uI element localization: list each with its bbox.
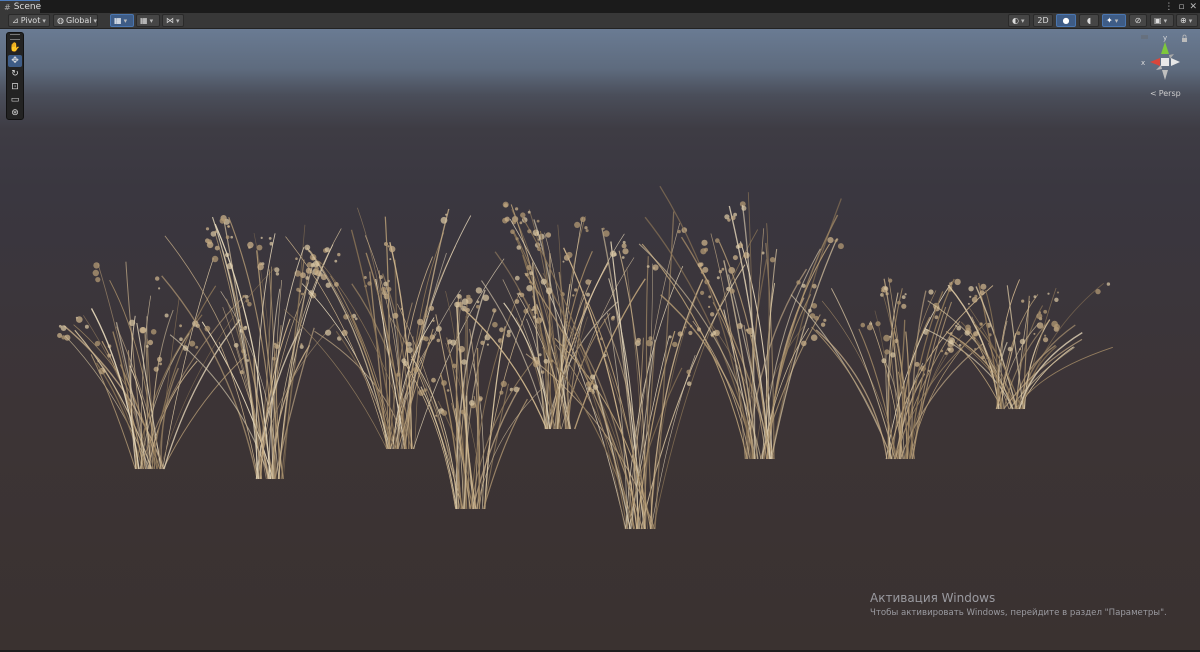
hand-tool-icon[interactable]: ✋: [8, 42, 22, 54]
tab-scene-label: Scene: [13, 2, 42, 12]
move-tool-icon[interactable]: ✥: [8, 55, 22, 67]
chevron-down-icon: ▾: [1163, 16, 1168, 25]
grid-icon: ▦: [140, 16, 148, 25]
shading-icon: ◐: [1012, 16, 1019, 25]
scene-toolbar: ⊿ Pivot ▾ ◍ Global ▾ ▦ ▾ ▦ ▾ ⋈ ▾ ◐ ▾ 2D …: [0, 13, 1200, 29]
grass-clump[interactable]: [638, 185, 844, 460]
chevron-down-icon: ▾: [1114, 16, 1119, 25]
pivot-label: Pivot: [20, 16, 41, 25]
watermark-subtitle: Чтобы активировать Windows, перейдите в …: [870, 608, 1167, 618]
globe-icon: ◍: [57, 16, 64, 25]
chevron-down-icon: ▾: [149, 16, 154, 25]
maximize-icon[interactable]: ▫: [1178, 2, 1184, 12]
chevron-down-icon: ▾: [1020, 16, 1025, 25]
lock-icon[interactable]: [1182, 34, 1187, 42]
rect-tool-icon[interactable]: ▭: [8, 94, 22, 106]
chevron-down-icon: ▾: [93, 16, 98, 25]
grid-visibility-dropdown[interactable]: ▦ ▾: [136, 14, 160, 27]
projection-label: Persp: [1158, 89, 1181, 98]
chevron-down-icon: ▾: [1188, 16, 1193, 25]
chevron-down-icon: ▾: [123, 16, 128, 25]
grass-clump[interactable]: [924, 279, 1113, 410]
eye-slash-icon: ⊘: [1134, 16, 1142, 25]
draw-mode-dropdown[interactable]: ◐ ▾: [1008, 14, 1030, 27]
gizmos-icon: ⊕: [1180, 16, 1187, 25]
scale-tool-icon[interactable]: ⊡: [8, 81, 22, 93]
global-dropdown[interactable]: ◍ Global ▾: [53, 14, 98, 27]
close-icon[interactable]: ✕: [1189, 2, 1197, 12]
hidden-objects-toggle[interactable]: ⊘: [1129, 14, 1147, 27]
snap-icon: ⋈: [166, 16, 174, 25]
grass-meshes[interactable]: [0, 29, 1200, 650]
2d-label: 2D: [1037, 16, 1049, 25]
camera-icon: ▣: [1154, 16, 1162, 25]
drag-handle-icon[interactable]: [10, 34, 20, 40]
transform-tool-icon[interactable]: ⊛: [8, 107, 22, 119]
y-axis-label: y: [1163, 34, 1167, 42]
audio-toggle[interactable]: ◖: [1079, 14, 1099, 27]
increment-snap-dropdown[interactable]: ⋈ ▾: [162, 14, 184, 27]
audio-icon: ◖: [1086, 16, 1092, 25]
axis-cones[interactable]: [1150, 42, 1180, 80]
lighting-toggle[interactable]: ●: [1056, 14, 1076, 27]
global-label: Global: [65, 16, 92, 25]
gizmos-dropdown[interactable]: ⊕ ▾: [1176, 14, 1198, 27]
projection-toggle[interactable]: < Persp: [1150, 89, 1181, 98]
tool-palette: ✋ ✥ ↻ ⊡ ▭ ⊛: [6, 32, 24, 120]
grass-clump[interactable]: [284, 207, 505, 450]
watermark-title: Активация Windows: [870, 591, 996, 605]
camera-dropdown[interactable]: ▣ ▾: [1150, 14, 1174, 27]
effects-icon: ✦: [1106, 16, 1113, 25]
effects-dropdown[interactable]: ✦ ▾: [1102, 14, 1126, 27]
rotate-tool-icon[interactable]: ↻: [8, 68, 22, 80]
tab-bar: # Scene ⋮ ▫ ✕: [0, 0, 1200, 14]
pivot-icon: ⊿: [12, 16, 19, 25]
light-bulb-icon: ●: [1062, 16, 1070, 25]
hash-icon: #: [4, 2, 11, 12]
grid-icon: ▦: [114, 16, 122, 25]
window-controls: ⋮ ▫ ✕: [1164, 0, 1197, 13]
tab-scene[interactable]: # Scene: [0, 0, 42, 13]
x-axis-label: x: [1141, 59, 1145, 67]
more-options-icon[interactable]: ⋮: [1164, 2, 1173, 12]
pivot-dropdown[interactable]: ⊿ Pivot ▾: [8, 14, 50, 27]
grid-snapping-toggle[interactable]: ▦ ▾: [110, 14, 134, 27]
2d-toggle[interactable]: 2D: [1033, 14, 1053, 27]
windows-activation-watermark: Активация Windows Чтобы активировать Win…: [870, 591, 1167, 618]
chevron-down-icon: ▾: [42, 16, 46, 25]
chevron-down-icon: ▾: [176, 16, 180, 25]
perspective-icon: <: [1150, 89, 1157, 98]
